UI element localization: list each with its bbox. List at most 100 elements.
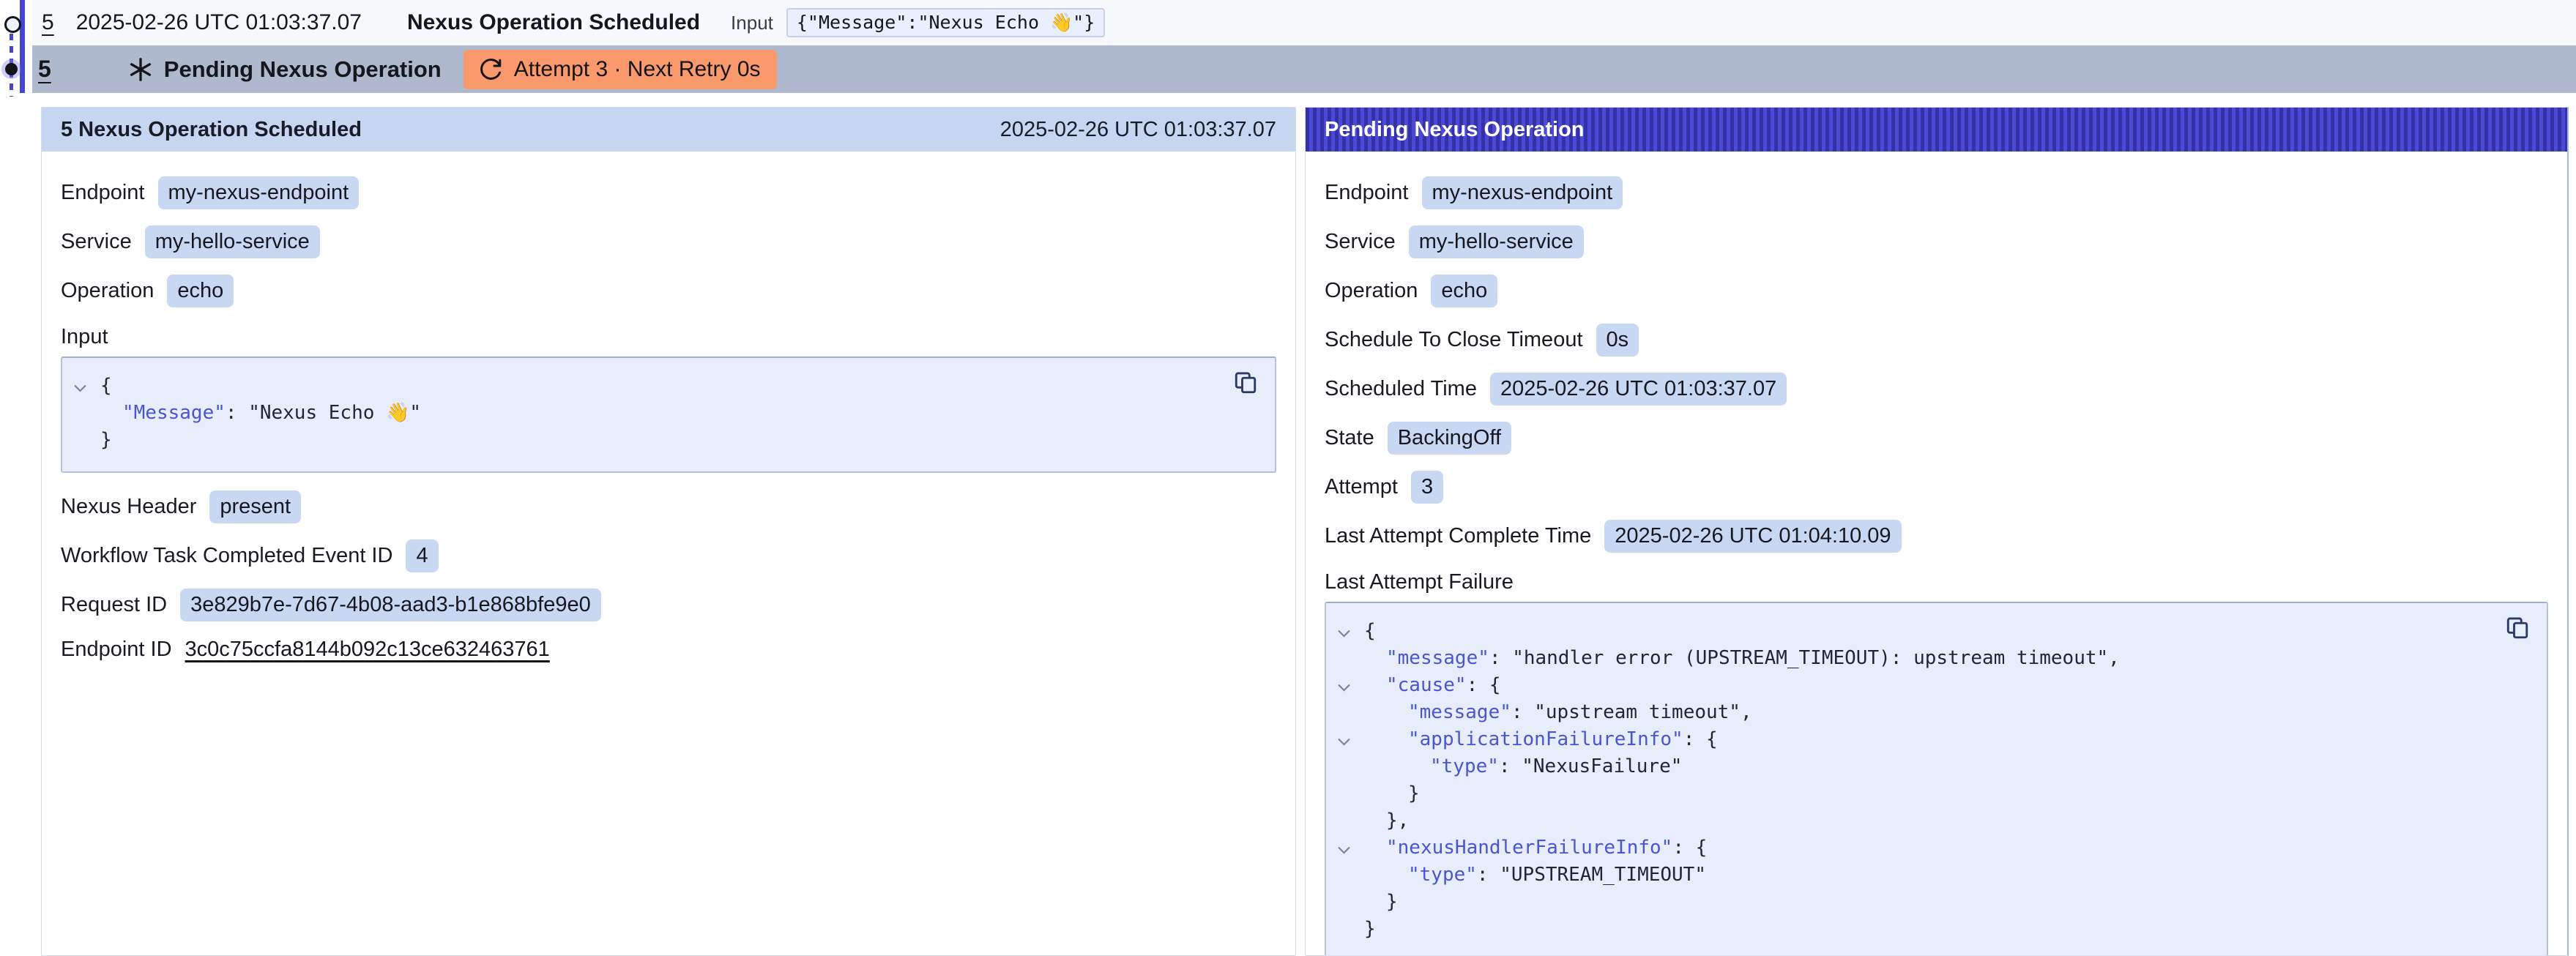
field-value-badge: 3e829b7e-7d67-4b08-aad3-b1e868bfe9e0 — [180, 589, 601, 621]
attempt-retry-text: Attempt 3 · Next Retry 0s — [514, 57, 761, 82]
pending-operation-title: Pending Nexus Operation — [164, 56, 442, 83]
event-detail-panel: 5 Nexus Operation Scheduled 2025-02-26 U… — [41, 107, 1296, 956]
field-label: Nexus Header — [61, 495, 196, 519]
field-value-badge: 2025-02-26 UTC 01:04:10.09 — [1604, 520, 1901, 553]
failure-json-viewer: {"message": "handler error (UPSTREAM_TIM… — [1325, 602, 2548, 956]
panel-title: Pending Nexus Operation — [1325, 118, 1585, 142]
field-value-badge: 4 — [406, 539, 438, 572]
failure-section-label: Last Attempt Failure — [1325, 570, 2548, 594]
field-value-badge: 2025-02-26 UTC 01:03:37.07 — [1490, 373, 1787, 406]
json-gutter-spacer — [1336, 765, 1364, 769]
chevron-down-icon[interactable] — [72, 380, 100, 393]
field-label: Attempt — [1325, 475, 1398, 499]
chevron-down-icon[interactable] — [1336, 733, 1364, 747]
attempt-retry-badge: Attempt 3 · Next Retry 0s — [464, 50, 777, 89]
field-row: State BackingOff — [1325, 422, 2548, 455]
field-value-badge: echo — [1431, 275, 1497, 307]
field-label: Service — [1325, 230, 1396, 254]
json-gutter-spacer — [72, 411, 100, 415]
field-label: Last Attempt Complete Time — [1325, 524, 1591, 548]
json-line: "cause": { — [1336, 672, 2481, 699]
field-row: Endpoint my-nexus-endpoint — [1325, 176, 2548, 209]
field-row: Request ID 3e829b7e-7d67-4b08-aad3-b1e868… — [61, 589, 1276, 621]
field-label: Endpoint — [1325, 181, 1409, 205]
event-name: Nexus Operation Scheduled — [407, 10, 700, 35]
json-gutter-spacer — [1336, 873, 1364, 877]
field-row: Operation echo — [61, 275, 1276, 307]
event-timestamp: 2025-02-26 UTC 01:03:37.07 — [76, 10, 362, 35]
field-value-badge: my-hello-service — [145, 225, 320, 258]
endpoint-id-link[interactable]: 3c0c75ccfa8144b092c13ce632463761 — [185, 638, 550, 662]
json-gutter-spacer — [72, 438, 100, 442]
json-line: "Message": "Nexus Echo 👋" — [72, 400, 1209, 427]
json-gutter-spacer — [1336, 819, 1364, 823]
chevron-down-icon[interactable] — [1336, 842, 1364, 855]
input-label: Input — [731, 12, 773, 34]
json-line: "message": "upstream timeout", — [1336, 699, 2481, 726]
field-value-badge: echo — [167, 275, 234, 307]
refresh-icon — [480, 58, 502, 81]
pending-panel-header: Pending Nexus Operation — [1306, 108, 2567, 152]
json-gutter-spacer — [1336, 792, 1364, 796]
event-id-link[interactable]: 5 — [38, 56, 51, 83]
timeline-bar — [20, 0, 25, 93]
json-line: "type": "UPSTREAM_TIMEOUT" — [1336, 862, 2481, 889]
field-label: Workflow Task Completed Event ID — [61, 544, 392, 568]
json-line: }, — [1336, 807, 2481, 834]
json-gutter-spacer — [1336, 657, 1364, 660]
json-line: "message": "handler error (UPSTREAM_TIME… — [1336, 645, 2481, 672]
json-line: } — [1336, 889, 2481, 916]
field-label: Service — [61, 230, 132, 254]
pending-operation-panel: Pending Nexus Operation Endpoint my-nexus… — [1305, 107, 2569, 956]
json-line: "applicationFailureInfo": { — [1336, 726, 2481, 753]
json-gutter-spacer — [1336, 900, 1364, 904]
field-value-badge: 3 — [1411, 471, 1443, 504]
json-line: "nexusHandlerFailureInfo": { — [1336, 834, 2481, 862]
panel-timestamp: 2025-02-26 UTC 01:03:37.07 — [1000, 118, 1276, 142]
field-value-badge: my-nexus-endpoint — [158, 176, 360, 209]
field-label: Schedule To Close Timeout — [1325, 328, 1583, 352]
event-row-scheduled[interactable]: 5 2025-02-26 UTC 01:03:37.07 Nexus Opera… — [32, 0, 2576, 45]
copy-button[interactable] — [1232, 370, 1259, 396]
circle-outline-icon — [4, 16, 21, 33]
field-label: State — [1325, 426, 1374, 450]
field-value-badge: present — [209, 490, 301, 523]
field-row: Service my-hello-service — [1325, 225, 2548, 258]
field-value-badge: 0s — [1596, 324, 1639, 356]
chevron-down-icon[interactable] — [1336, 679, 1364, 692]
json-line: } — [1336, 916, 2481, 943]
field-label: Operation — [61, 279, 154, 303]
field-value-badge: my-nexus-endpoint — [1422, 176, 1623, 209]
copy-button[interactable] — [2504, 615, 2531, 641]
input-json-viewer: {"Message": "Nexus Echo 👋"} — [61, 356, 1276, 473]
event-id-link[interactable]: 5 — [42, 10, 54, 35]
timeline-gutter — [0, 0, 32, 99]
field-value-badge: BackingOff — [1388, 422, 1511, 455]
field-row: Nexus Header present — [61, 490, 1276, 523]
field-value-badge: my-hello-service — [1409, 225, 1584, 258]
field-row: Attempt 3 — [1325, 471, 2548, 504]
json-line: "type": "NexusFailure" — [1336, 753, 2481, 780]
json-gutter-spacer — [1336, 711, 1364, 714]
field-label: Scheduled Time — [1325, 377, 1477, 401]
asterisk-icon — [127, 56, 154, 83]
event-panel-header: 5 Nexus Operation Scheduled 2025-02-26 U… — [42, 108, 1295, 152]
field-row: Workflow Task Completed Event ID 4 — [61, 539, 1276, 572]
field-label: Endpoint ID — [61, 638, 172, 662]
chevron-down-icon[interactable] — [1336, 625, 1364, 638]
json-line: } — [72, 427, 1209, 454]
field-row: Schedule To Close Timeout 0s — [1325, 324, 2548, 356]
input-preview-chip[interactable]: {"Message":"Nexus Echo 👋"} — [786, 8, 1105, 37]
field-row: Operationecho — [1325, 275, 2548, 307]
json-gutter-spacer — [1336, 927, 1364, 931]
json-line: { — [1336, 618, 2481, 645]
field-label: Endpoint — [61, 181, 145, 205]
input-section-label: Input — [61, 325, 1276, 349]
field-row: Endpoint ID 3c0c75ccfa8144b092c13ce63246… — [61, 638, 1276, 662]
circle-filled-icon — [5, 63, 18, 75]
json-line: } — [1336, 780, 2481, 807]
field-label: Request ID — [61, 593, 167, 617]
pending-operation-row[interactable]: 5 Pending Nexus Operation Attempt 3 · Ne… — [32, 45, 2576, 93]
field-row: Service my-hello-service — [61, 225, 1276, 258]
panel-title: 5 Nexus Operation Scheduled — [61, 118, 362, 142]
